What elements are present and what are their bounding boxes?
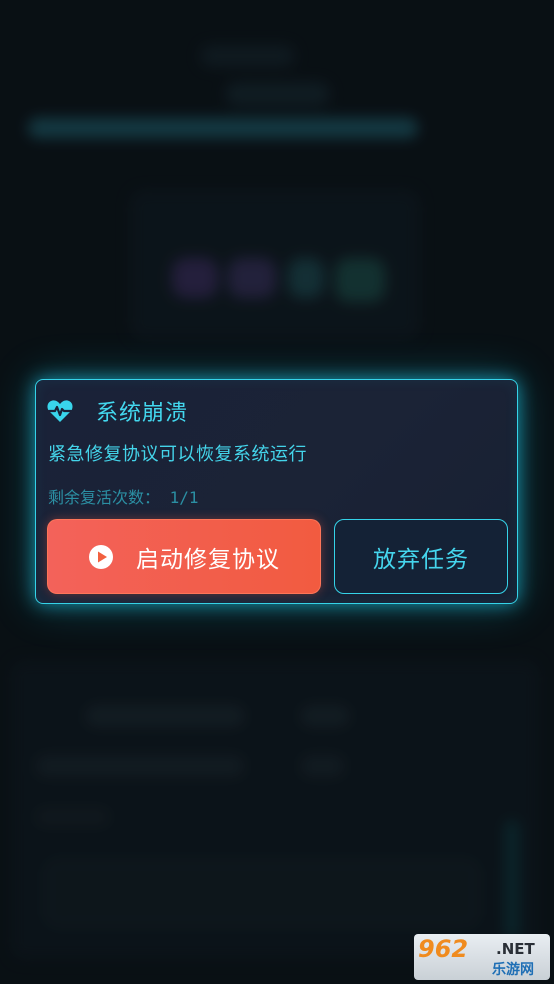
dialog-header: 系统崩溃: [46, 394, 188, 428]
site-watermark: 962 .NET 乐游网: [414, 934, 550, 980]
play-icon: [89, 544, 113, 569]
start-repair-button[interactable]: 启动修复协议: [47, 519, 321, 594]
system-crash-dialog: 系统崩溃 紧急修复协议可以恢复系统运行 剩余复活次数： 1/1 启动修复协议 放…: [35, 379, 518, 604]
abandon-task-button[interactable]: 放弃任务: [334, 519, 508, 594]
dialog-title: 系统崩溃: [96, 401, 189, 426]
watermark-number: 962: [418, 935, 469, 963]
watermark-suffix: .NET: [496, 940, 535, 958]
abandon-task-label: 放弃任务: [373, 546, 469, 573]
dialog-description: 紧急修复协议可以恢复系统运行: [48, 444, 307, 465]
revive-count: 剩余复活次数： 1/1: [48, 488, 199, 507]
start-repair-label: 启动修复协议: [136, 546, 280, 573]
heart-pulse-icon: [47, 400, 73, 422]
watermark-site: 乐游网: [492, 962, 534, 978]
